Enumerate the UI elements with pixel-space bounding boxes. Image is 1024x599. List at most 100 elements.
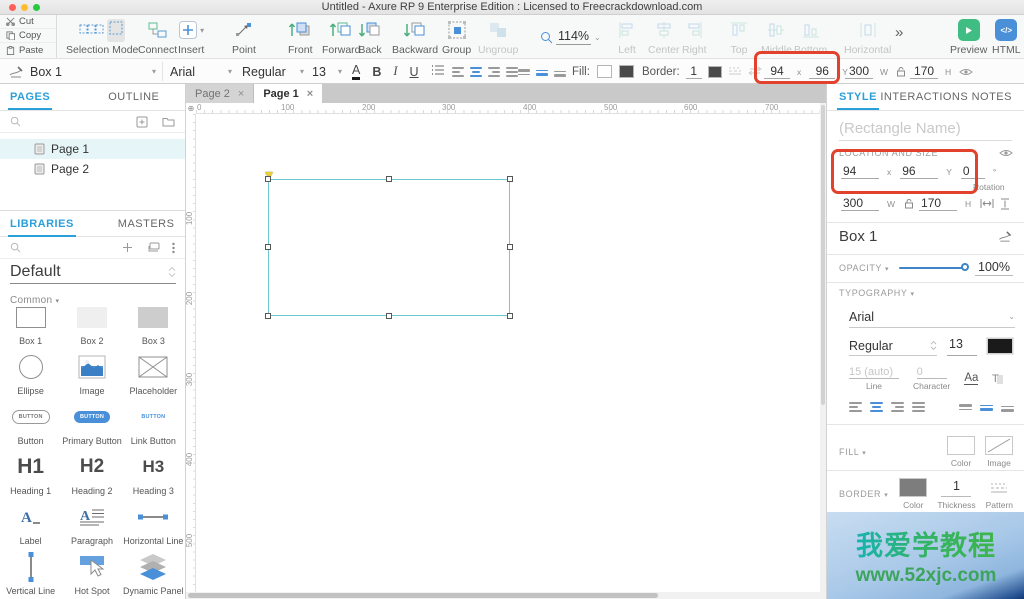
widget-image[interactable]: Image [61,348,122,398]
fill-color-button[interactable]: Color [947,436,975,468]
search-icon[interactable] [10,116,21,127]
page-list-item-1[interactable]: Page 1 [0,139,185,159]
backward-button[interactable]: Backward [392,18,438,56]
height-field[interactable]: 170 [919,196,958,211]
text-align-justify-button[interactable] [912,402,925,412]
opacity-value[interactable]: 100% [975,260,1013,276]
forward-button[interactable]: Forward [322,18,361,56]
resize-handle-s[interactable] [386,313,392,319]
selection-mode-button[interactable]: Selection Mode [66,18,138,56]
font-family-select[interactable]: Arial ▾ [170,59,232,84]
widget-ellipse[interactable]: Ellipse [0,348,61,398]
widget-heading1[interactable]: H1 Heading 1 [0,448,61,498]
lock-icon[interactable] [904,198,914,209]
line-spacing-field[interactable]: 15 (auto) Line [849,366,899,391]
tab-pages[interactable]: PAGES [7,91,53,110]
border-color-button[interactable]: Color [899,478,928,510]
widget-style-select[interactable]: Box 1 ▾ [30,59,156,84]
y-position-field[interactable]: 96 [809,64,836,79]
fit-height-icon[interactable] [999,198,1011,210]
paste-button[interactable]: Paste [0,43,56,57]
canvas-tab-page2[interactable]: Page 2 × [186,84,255,103]
y-position-field[interactable]: 96 [900,164,939,179]
width-field[interactable]: 300 [841,196,879,211]
connect-button[interactable]: Connect [138,18,177,56]
font-color-button[interactable]: A [352,63,361,80]
border-pattern-button[interactable]: Pattern [986,478,1013,510]
border-thickness-field[interactable]: 1 Thickness [937,479,975,510]
character-spacing-field[interactable]: 0 Character [913,366,950,391]
valign-bottom-button[interactable] [554,67,566,77]
widget-label-widget[interactable]: A Label [0,498,61,548]
widget-paragraph[interactable]: A Paragraph [61,498,122,548]
italic-button[interactable]: I [393,64,397,79]
resize-handle-nw[interactable] [265,176,271,182]
back-button[interactable]: Back [358,18,382,56]
fit-width-icon[interactable] [980,198,994,209]
widget-button[interactable]: BUTTON Button [0,398,61,448]
text-align-right-button[interactable] [891,402,904,412]
add-page-icon[interactable] [136,116,148,128]
close-icon[interactable]: × [307,88,313,100]
horizontal-scrollbar[interactable] [186,592,820,599]
resize-handle-se[interactable] [507,313,513,319]
zoom-control[interactable]: 114% ⌄ [540,29,601,45]
widget-name-input[interactable]: (Rectangle Name) [839,117,1012,141]
height-field[interactable]: 170 [910,64,939,79]
resize-handle-e[interactable] [507,244,513,250]
valign-top-button[interactable] [959,404,972,410]
html-button[interactable]: </> HTML [992,18,1021,56]
widget-hot-spot[interactable]: Hot Spot [61,548,122,598]
scrollbar-thumb[interactable] [821,105,825,405]
widget-vertical-line[interactable]: Vertical Line [0,548,61,598]
folder-icon[interactable] [162,116,175,127]
valign-bottom-button[interactable] [1001,402,1014,412]
font-size-select[interactable]: 13 ▾ [312,59,342,84]
library-stack-icon[interactable] [147,242,160,253]
valign-top-button[interactable] [518,68,530,75]
group-button[interactable]: Group [442,18,471,56]
widget-heading2[interactable]: H2 Heading 2 [61,448,122,498]
copy-button[interactable]: Copy [0,29,56,43]
font-size-field[interactable]: 13 [947,337,977,356]
widget-horizontal-line[interactable]: Horizontal Line [123,498,184,548]
text-align-left-button[interactable] [849,402,862,412]
widget-placeholder[interactable]: Placeholder [123,348,184,398]
tab-libraries[interactable]: LIBRARIES [8,218,76,237]
selected-rectangle-widget[interactable] [265,176,513,319]
width-field[interactable]: 300 [845,64,873,79]
widget-link-button[interactable]: BUTTON Link Button [123,398,184,448]
bullet-list-button[interactable] [431,63,445,81]
text-align-center-button[interactable] [870,402,883,412]
style-brush-icon[interactable] [997,230,1013,243]
fill-color-swatch[interactable] [596,65,612,78]
tab-interactions[interactable]: INTERACTIONS [880,91,968,103]
kebab-menu-icon[interactable] [172,242,175,254]
close-icon[interactable]: × [238,88,244,100]
add-library-icon[interactable] [122,242,133,253]
preview-button[interactable]: Preview [950,18,987,56]
resize-handle-n[interactable] [386,176,392,182]
front-button[interactable]: Front [288,18,313,56]
cut-button[interactable]: Cut [0,15,56,29]
tab-outline[interactable]: OUTLINE [108,91,159,103]
font-weight-select[interactable]: Regular [849,336,937,356]
opacity-slider[interactable] [899,263,970,271]
style-brush-icon[interactable] [8,59,24,84]
text-align-right-button[interactable] [488,66,500,77]
text-align-left-button[interactable] [452,66,464,77]
resize-handle-sw[interactable] [265,313,271,319]
library-select[interactable]: Default [10,260,176,284]
text-case-button[interactable]: Aa [964,372,979,385]
font-color-swatch[interactable] [986,337,1014,355]
canvas-tab-page1[interactable]: Page 1 × [254,84,323,103]
valign-middle-button[interactable] [536,68,548,76]
x-position-field[interactable]: 94 [764,64,790,79]
widget-dynamic-panel[interactable]: Dynamic Panel [123,548,184,598]
lock-icon[interactable] [896,66,906,77]
text-align-justify-button[interactable] [506,66,518,77]
tab-masters[interactable]: MASTERS [118,218,175,230]
resize-handle-ne[interactable] [507,176,513,182]
widget-box1[interactable]: Box 1 [0,298,61,348]
page-list-item-2[interactable]: Page 2 [0,159,185,179]
